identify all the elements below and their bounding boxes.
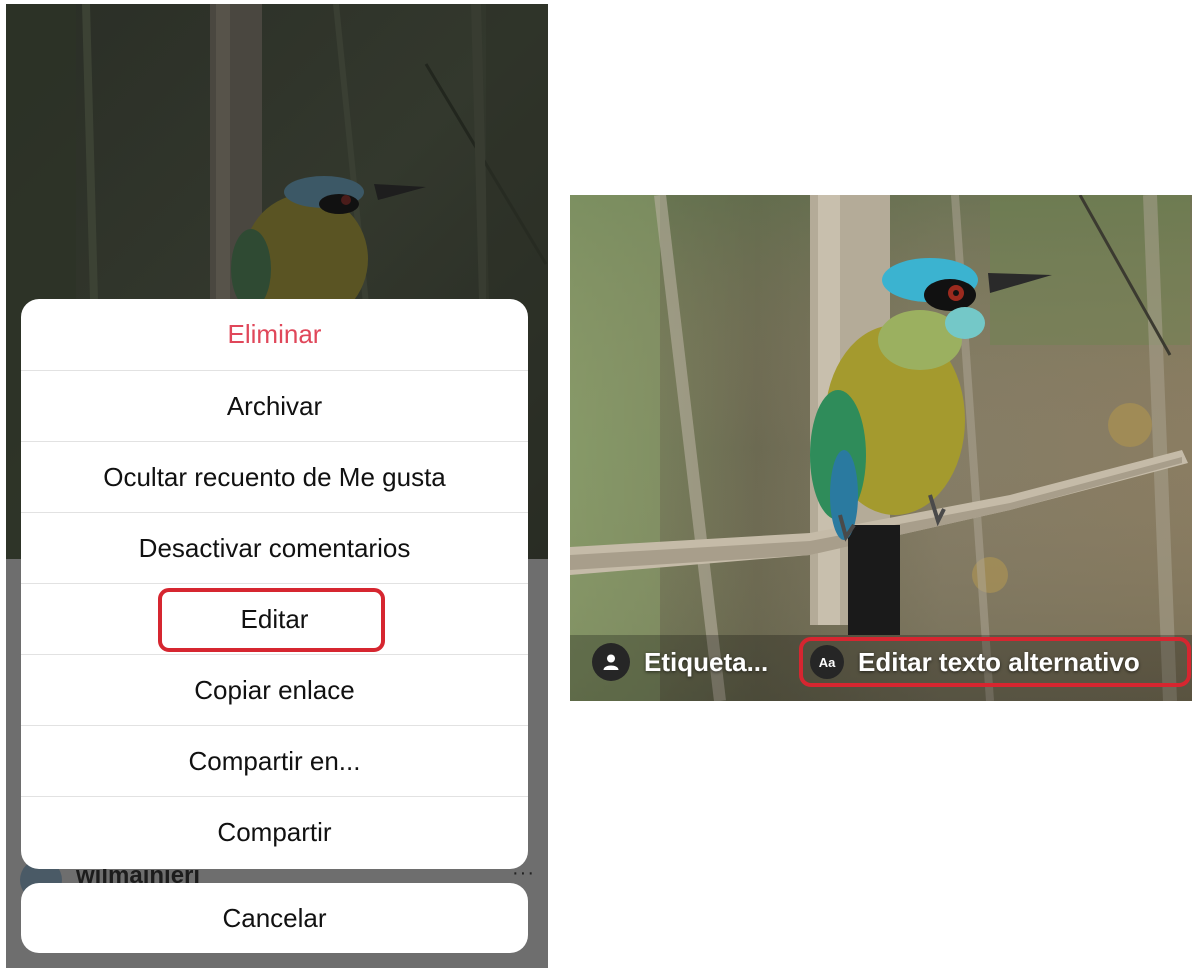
delete-button[interactable]: Eliminar [21,299,528,370]
person-icon [592,643,630,681]
bird-photo [570,195,1192,701]
tag-people-label: Etiqueta... [644,646,769,677]
hide-like-count-button[interactable]: Ocultar recuento de Me gusta [21,441,528,512]
aa-icon: Aa [810,645,844,679]
action-sheet: Eliminar Archivar Ocultar recuento de Me… [21,299,528,869]
archive-button[interactable]: Archivar [21,370,528,441]
cancel-button[interactable]: Cancelar [21,883,528,953]
edit-highlight-box [158,588,385,652]
share-button[interactable]: Compartir [21,796,528,867]
right-photo-panel [570,195,1192,701]
edit-alt-text-label: Editar texto alternativo [858,646,1140,677]
turn-off-comments-button[interactable]: Desactivar comentarios [21,512,528,583]
tag-people-button[interactable]: Etiqueta... [592,642,768,682]
edit-alt-text-button[interactable]: Aa Editar texto alternativo [799,637,1191,687]
copy-link-button[interactable]: Copiar enlace [21,654,528,725]
share-to-button[interactable]: Compartir en... [21,725,528,796]
